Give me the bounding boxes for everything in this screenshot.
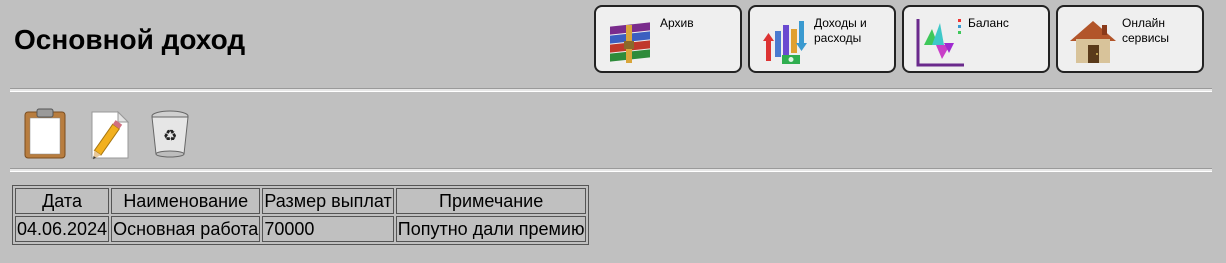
nav-button-income-expenses[interactable]: Доходы и расходы — [748, 5, 896, 73]
nav-label-archive: Архив — [660, 16, 694, 30]
bottom-divider — [10, 168, 1212, 172]
column-header-amount: Размер выплат — [262, 188, 394, 214]
table-row[interactable]: 04.06.2024 Основная работа 70000 Попутно… — [15, 216, 587, 242]
nav-label-income-expenses: Доходы и расходы — [814, 16, 867, 45]
column-header-note: Примечание — [395, 188, 587, 214]
clipboard-icon — [24, 108, 66, 159]
cell-name: Основная работа — [111, 216, 261, 242]
table-header-row: Дата Наименование Размер выплат Примечан… — [15, 188, 587, 214]
toolbar-clipboard-button[interactable] — [22, 108, 70, 160]
cell-date: 04.06.2024 — [15, 216, 110, 242]
column-header-name: Наименование — [111, 188, 261, 214]
house-icon — [1070, 21, 1116, 63]
svg-text:♻: ♻ — [163, 126, 177, 145]
cell-note: Попутно дали премию — [395, 216, 587, 242]
cell-amount: 70000 — [262, 216, 394, 242]
toolbar-delete-button[interactable]: ♻ — [146, 108, 194, 160]
column-header-date: Дата — [15, 188, 110, 214]
income-table: Дата Наименование Размер выплат Примечан… — [12, 185, 590, 245]
edit-document-icon — [91, 110, 130, 160]
nav-label-balance: Баланс — [968, 16, 1009, 30]
recycle-bin-icon: ♻ — [151, 110, 189, 158]
toolbar-edit-button[interactable] — [86, 108, 134, 160]
income-expense-icon — [763, 21, 807, 64]
balance-chart-icon — [916, 19, 964, 67]
nav-button-balance[interactable]: Баланс — [902, 5, 1050, 73]
nav-button-online-services[interactable]: Онлайн сервисы — [1056, 5, 1204, 73]
nav-label-online-services: Онлайн сервисы — [1122, 16, 1170, 45]
archive-books-icon — [610, 22, 650, 63]
page-title: Основной доход — [14, 24, 246, 55]
nav-button-archive[interactable]: Архив — [594, 5, 742, 73]
top-divider — [10, 88, 1212, 92]
